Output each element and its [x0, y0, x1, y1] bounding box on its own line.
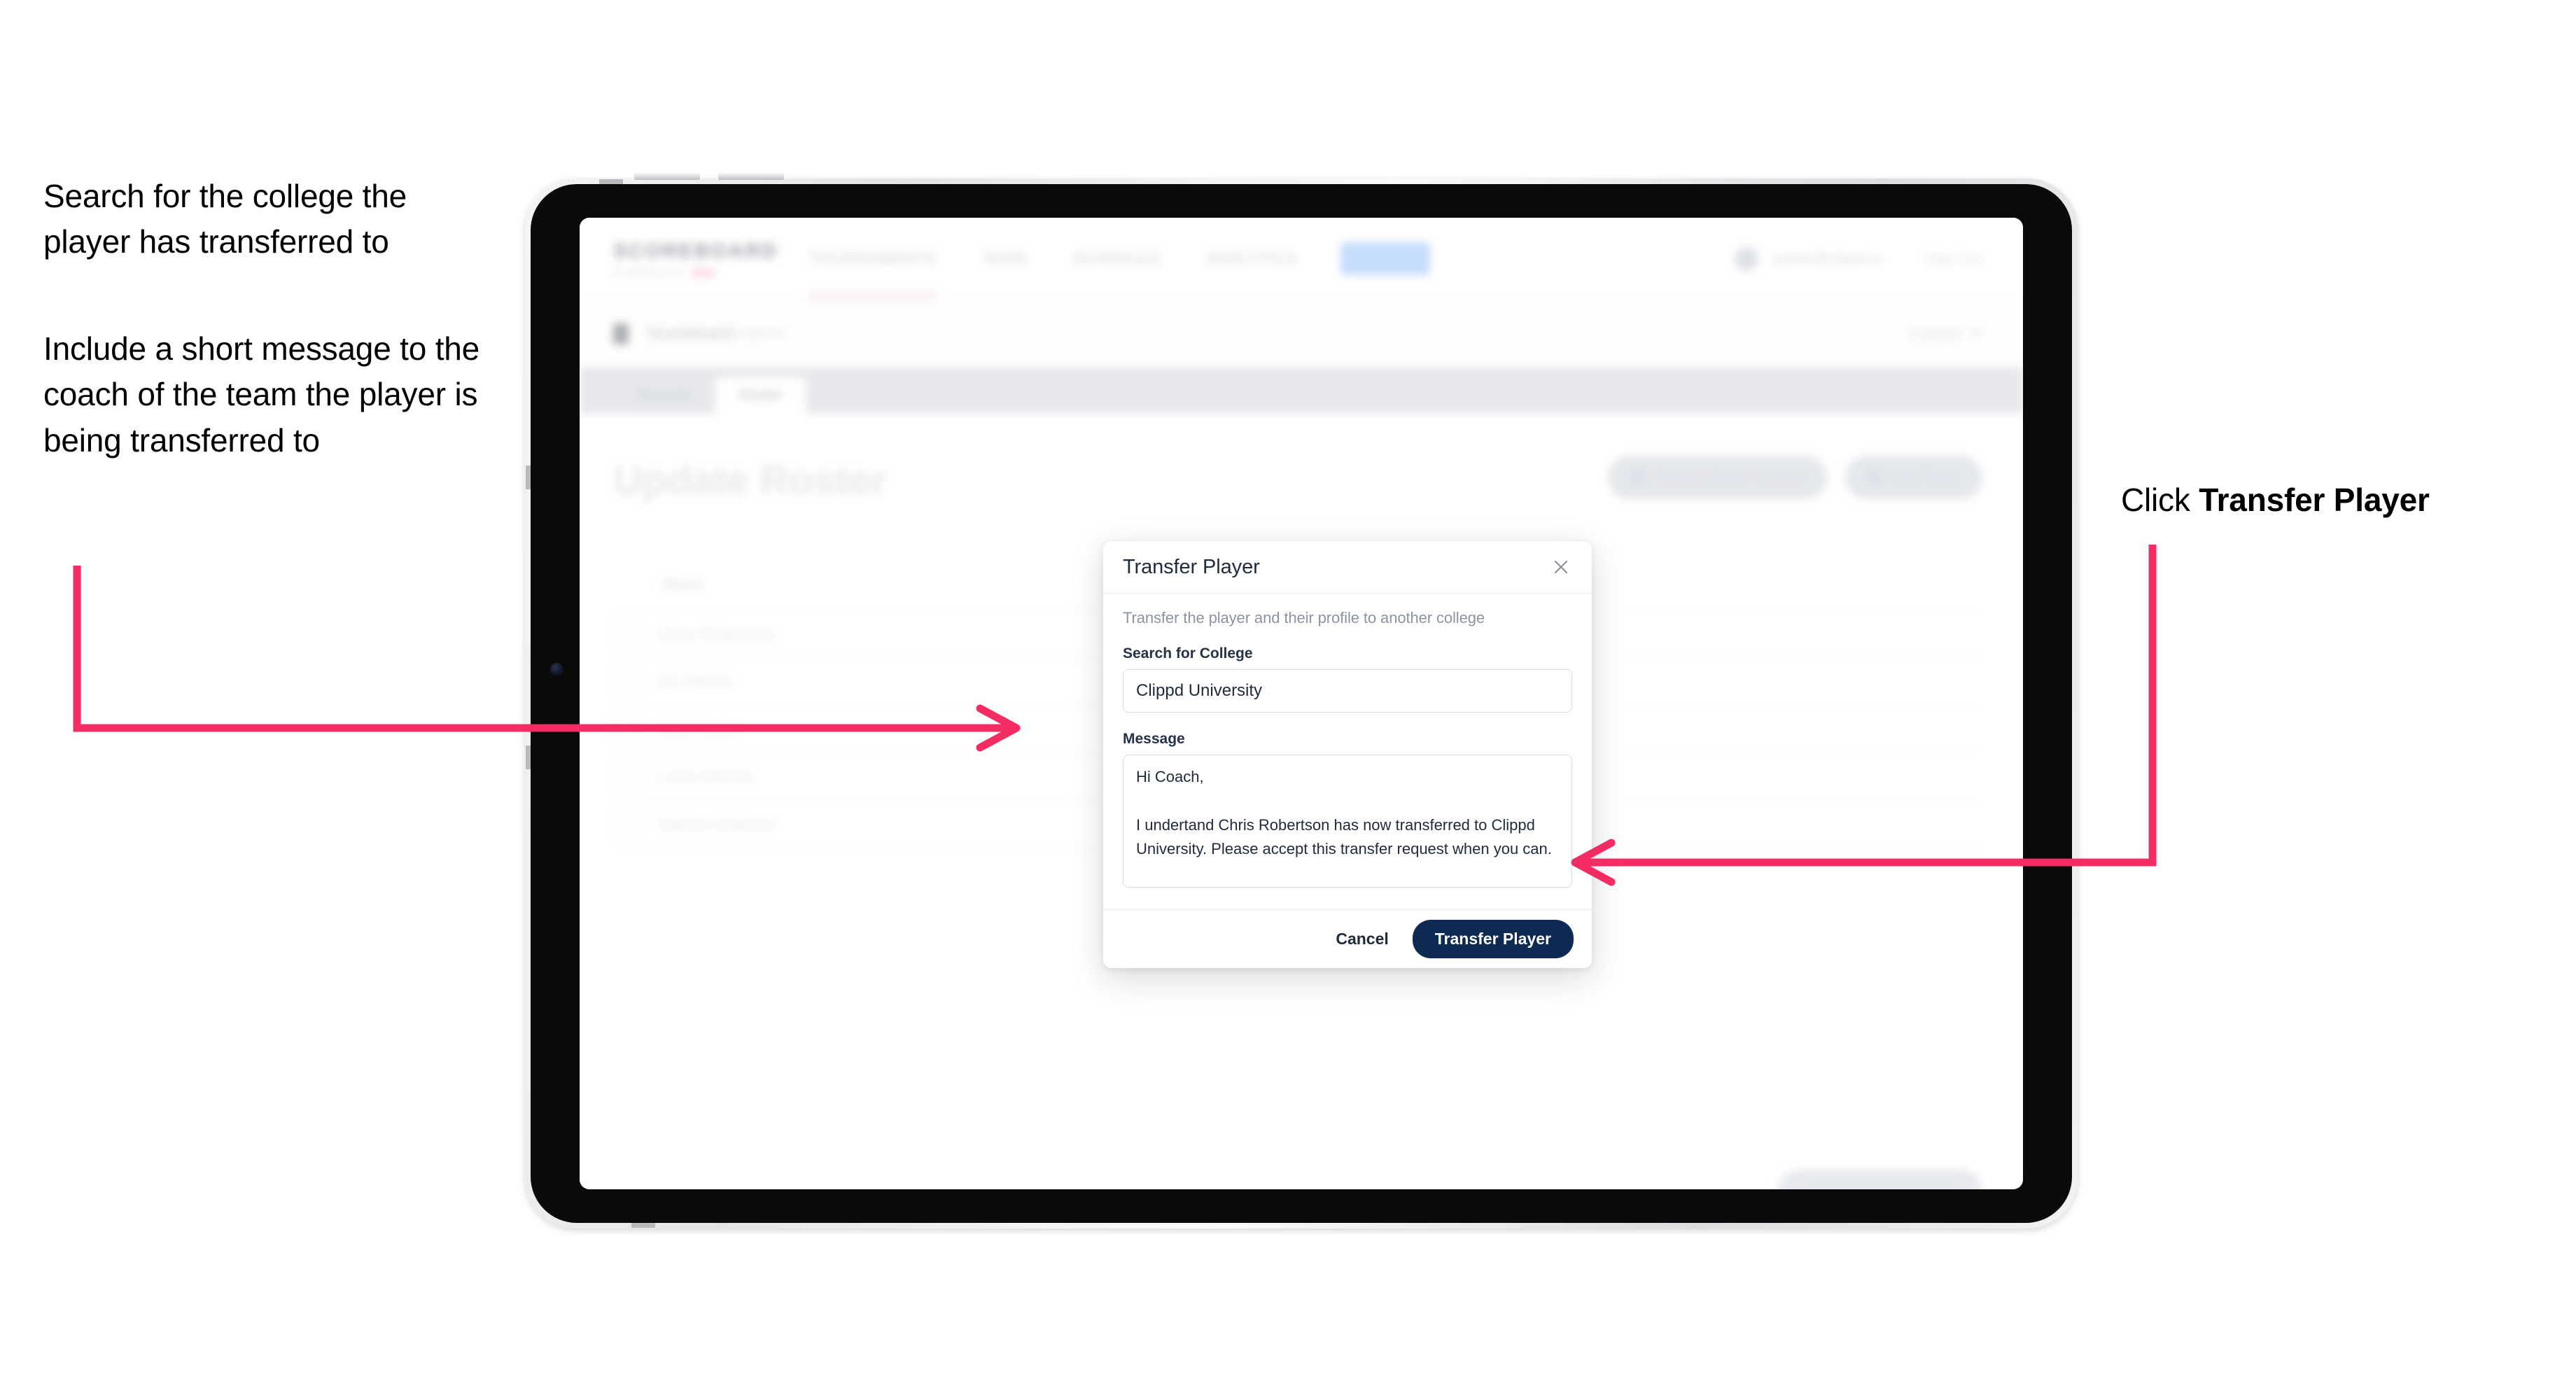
antenna-strip-left-upper — [526, 465, 531, 489]
annotation-click-transfer: Click Transfer Player — [2121, 477, 2513, 523]
dialog-header: Transfer Player — [1103, 541, 1592, 594]
volume-up-button[interactable] — [634, 172, 700, 180]
volume-down-button[interactable] — [718, 172, 784, 180]
dialog-body: Transfer the player and their profile to… — [1103, 594, 1592, 909]
annotation-search-college: Search for the college the player has tr… — [43, 178, 407, 260]
search-college-label: Search for College — [1123, 645, 1253, 662]
dialog-footer: Cancel Transfer Player — [1103, 909, 1592, 968]
antenna-strip-left-lower — [526, 746, 531, 769]
tablet-screen: SCOREBOARD POWERED BY TOURNAMENTS TEAM S… — [580, 218, 2023, 1189]
dialog-title: Transfer Player — [1123, 555, 1260, 578]
front-camera-icon — [550, 663, 564, 676]
close-icon[interactable] — [1547, 553, 1575, 581]
annotation-click-prefix: Click — [2121, 482, 2199, 518]
search-college-input[interactable] — [1123, 669, 1572, 713]
tablet-device-mockup: SCOREBOARD POWERED BY TOURNAMENTS TEAM S… — [525, 172, 2078, 1228]
transfer-player-dialog: Transfer Player Transfer the player and … — [1103, 541, 1592, 968]
screenshot-canvas: Search for the college the player has tr… — [0, 0, 2576, 1386]
message-label: Message — [1123, 731, 1185, 747]
antenna-strip-top — [599, 179, 623, 184]
message-textarea[interactable] — [1123, 755, 1572, 888]
transfer-player-button[interactable]: Transfer Player — [1412, 920, 1574, 958]
annotation-click-bold: Transfer Player — [2199, 482, 2430, 518]
annotation-include-message: Include a short message to the coach of … — [43, 330, 480, 458]
cancel-button[interactable]: Cancel — [1331, 923, 1392, 955]
dialog-subtitle: Transfer the player and their profile to… — [1123, 609, 1485, 626]
antenna-strip-bottom — [631, 1223, 655, 1228]
